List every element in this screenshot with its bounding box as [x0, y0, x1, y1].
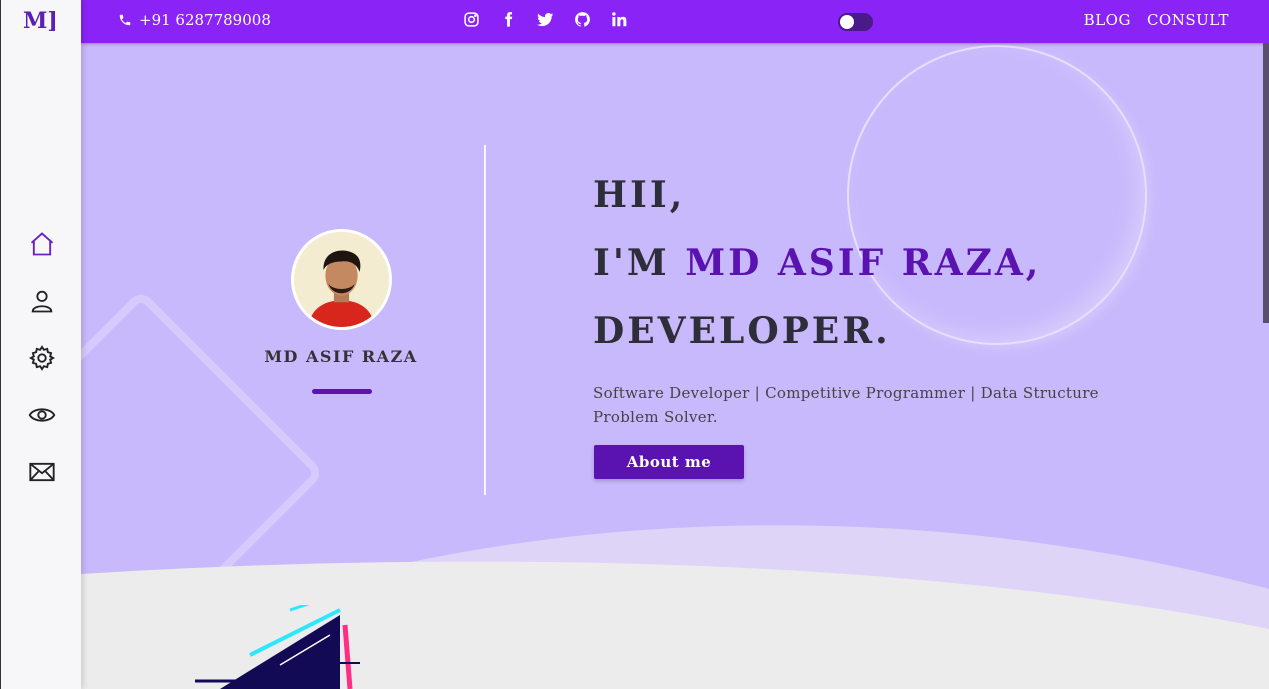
hero-tagline: Software Developer | Competitive Program… — [593, 384, 1099, 426]
linkedin-icon[interactable] — [611, 11, 628, 28]
theme-toggle[interactable] — [838, 13, 873, 31]
eye-icon[interactable] — [28, 401, 56, 429]
phone-contact[interactable]: +91 6287789008 — [118, 11, 271, 29]
hero-section: MD ASIF RAZA HII, I'M MD ASIF RAZA, DEVE… — [81, 43, 1269, 689]
headline-line-1: HII, — [593, 174, 686, 216]
toggle-knob — [840, 15, 854, 29]
logo[interactable]: M] — [23, 8, 58, 34]
side-nav — [1, 230, 82, 515]
headline-line-2: I'M MD ASIF RAZA, — [593, 229, 1041, 297]
headline-line-3: DEVELOPER. — [593, 310, 891, 352]
scrollbar-thumb[interactable] — [1263, 43, 1269, 323]
decorative-graphic — [195, 605, 360, 689]
twitter-icon[interactable] — [537, 11, 554, 28]
nav-link-consult[interactable]: CONSULT — [1147, 11, 1229, 29]
vertical-divider — [484, 145, 486, 495]
avatar — [291, 229, 392, 330]
instagram-icon[interactable] — [463, 11, 480, 28]
headline-prefix: I'M — [593, 242, 686, 284]
social-links — [463, 11, 628, 28]
sidebar: M] — [0, 0, 81, 689]
home-icon[interactable] — [28, 230, 56, 258]
user-icon[interactable] — [28, 287, 56, 315]
phone-number: +91 6287789008 — [139, 11, 271, 29]
facebook-icon[interactable] — [500, 11, 517, 28]
phone-icon — [119, 14, 131, 26]
nav-link-blog[interactable]: BLOG — [1084, 11, 1131, 29]
top-nav-links: BLOG CONSULT — [1084, 11, 1229, 29]
name-underline — [312, 389, 372, 394]
headline-name: MD ASIF RAZA, — [685, 242, 1042, 284]
about-me-button[interactable]: About me — [594, 445, 744, 479]
gear-icon[interactable] — [28, 344, 56, 372]
profile-name: MD ASIF RAZA — [264, 347, 418, 366]
mail-icon[interactable] — [28, 458, 56, 486]
top-bar: +91 6287789008 BLOG CONSULT — [81, 0, 1269, 43]
hero-headline: HII, I'M MD ASIF RAZA, DEVELOPER. — [593, 161, 1041, 365]
github-icon[interactable] — [574, 11, 591, 28]
